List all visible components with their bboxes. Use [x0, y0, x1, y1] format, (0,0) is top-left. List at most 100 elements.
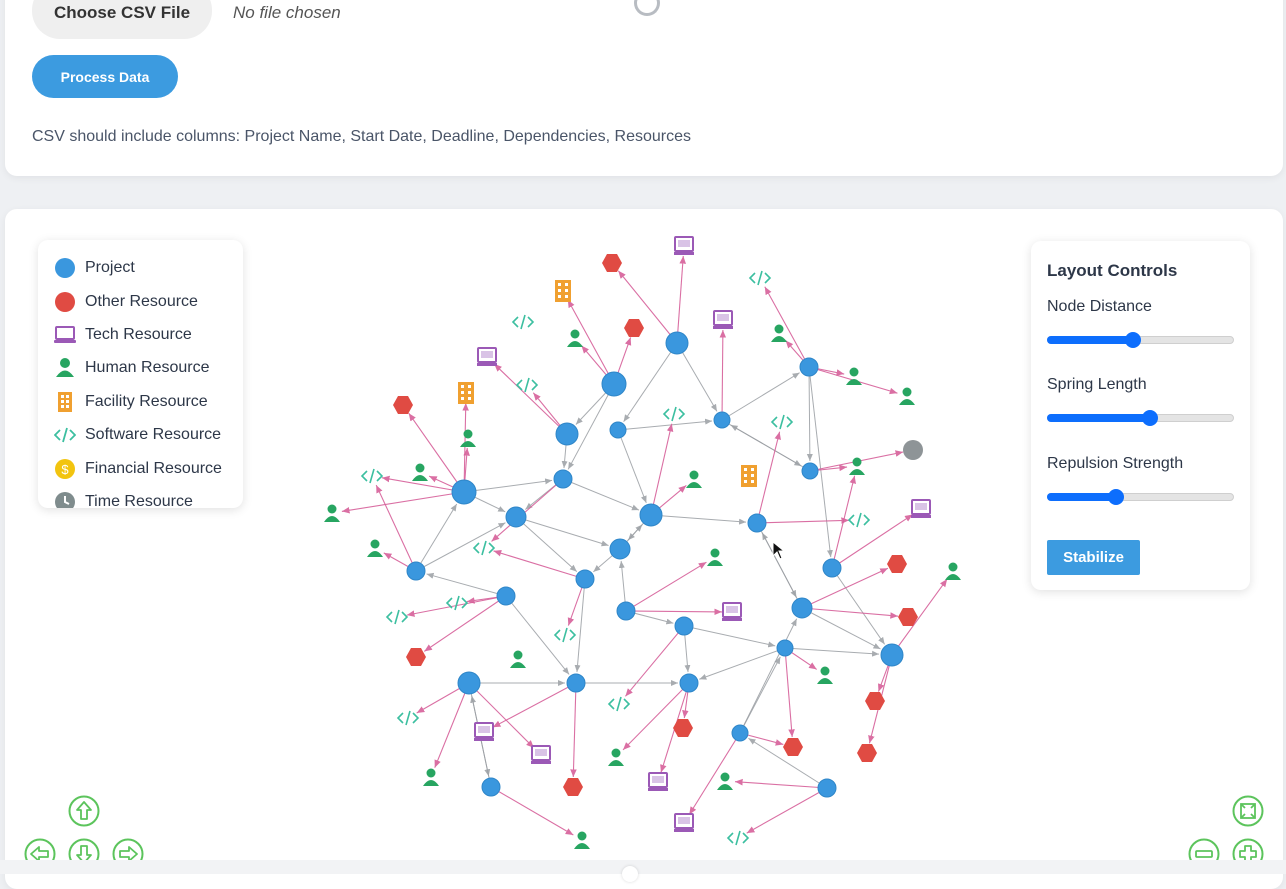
human-resource-node[interactable]: [412, 463, 428, 482]
other-resource-node[interactable]: [393, 396, 413, 414]
software-resource-node[interactable]: [360, 468, 384, 484]
human-resource-node[interactable]: [771, 324, 787, 343]
project-node[interactable]: [791, 597, 813, 619]
other-resource-node[interactable]: [887, 555, 907, 573]
project-node[interactable]: [776, 639, 794, 657]
project-node[interactable]: [496, 586, 516, 606]
other-resource-node[interactable]: [783, 738, 803, 756]
tech-resource-node[interactable]: [713, 310, 733, 329]
human-resource-node[interactable]: [574, 831, 590, 850]
graph-edge: [650, 423, 674, 516]
software-resource-node[interactable]: [847, 512, 871, 528]
tech-resource-node[interactable]: [474, 722, 494, 741]
graph-edge: [570, 682, 577, 778]
software-resource-node[interactable]: [396, 710, 420, 726]
project-node[interactable]: [601, 371, 627, 397]
software-resource-node[interactable]: [385, 609, 409, 625]
tech-resource-node[interactable]: [531, 745, 551, 764]
project-node[interactable]: [575, 569, 595, 589]
stabilize-button[interactable]: Stabilize: [1047, 540, 1140, 575]
software-resource-node[interactable]: [553, 627, 577, 643]
software-resource-node[interactable]: [472, 540, 496, 556]
project-node[interactable]: [566, 673, 586, 693]
project-node[interactable]: [880, 643, 904, 667]
legend-item-financial-resource: $ Financial Resource: [54, 457, 222, 481]
up-arrow-icon[interactable]: [68, 795, 100, 827]
facility-resource-node[interactable]: [458, 382, 474, 404]
project-node[interactable]: [665, 331, 689, 355]
project-node[interactable]: [822, 558, 842, 578]
project-node[interactable]: [801, 462, 819, 480]
human-resource-node[interactable]: [945, 562, 961, 581]
software-resource-node[interactable]: [515, 377, 539, 393]
tech-resource-node[interactable]: [674, 236, 694, 255]
mouse-pointer-icon: [772, 541, 786, 560]
graph-edge: [808, 366, 833, 558]
software-resource-node[interactable]: [748, 270, 772, 286]
facility-resource-node[interactable]: [741, 465, 757, 487]
other-resource-node[interactable]: [673, 719, 693, 737]
project-node[interactable]: [555, 422, 579, 446]
graph-edge: [806, 366, 813, 462]
software-resource-node[interactable]: [607, 696, 631, 712]
tech-resource-node[interactable]: [648, 772, 668, 791]
other-resource-node[interactable]: [624, 319, 644, 337]
project-node[interactable]: [731, 724, 749, 742]
fit-view-icon[interactable]: [1232, 795, 1264, 827]
tech-resource-node[interactable]: [477, 347, 497, 366]
repulsion-strength-slider[interactable]: [1047, 487, 1234, 507]
human-resource-node[interactable]: [608, 748, 624, 767]
project-node[interactable]: [609, 538, 631, 560]
project-node[interactable]: [679, 673, 699, 693]
human-resource-node[interactable]: [846, 367, 862, 386]
project-node[interactable]: [406, 561, 426, 581]
human-resource-node[interactable]: [686, 470, 702, 489]
human-resource-node[interactable]: [324, 504, 340, 523]
software-resource-node[interactable]: [662, 406, 686, 422]
time-resource-node[interactable]: [903, 440, 923, 460]
other-resource-node[interactable]: [563, 778, 583, 796]
tech-resource-node[interactable]: [911, 499, 931, 518]
project-node[interactable]: [481, 777, 501, 797]
node-distance-slider[interactable]: [1047, 330, 1234, 350]
other-resource-node[interactable]: [406, 648, 426, 666]
tech-resource-node[interactable]: [722, 602, 742, 621]
software-resource-node[interactable]: [726, 830, 750, 846]
human-resource-node[interactable]: [423, 768, 439, 787]
other-resource-node[interactable]: [602, 254, 622, 272]
spring-length-slider[interactable]: [1047, 408, 1234, 428]
graph-edge: [341, 491, 465, 514]
project-node[interactable]: [457, 671, 481, 695]
human-resource-node[interactable]: [717, 772, 733, 791]
slider-thumb[interactable]: [1125, 332, 1142, 348]
other-resource-node[interactable]: [857, 744, 877, 762]
software-resource-node[interactable]: [770, 414, 794, 430]
project-node[interactable]: [674, 616, 694, 636]
slider-thumb[interactable]: [1141, 410, 1158, 426]
human-resource-node[interactable]: [817, 666, 833, 685]
human-resource-node[interactable]: [367, 539, 383, 558]
software-resource-node[interactable]: [445, 595, 469, 611]
human-resource-node[interactable]: [567, 329, 583, 348]
facility-resource-node[interactable]: [555, 280, 571, 302]
slider-thumb[interactable]: [1108, 489, 1125, 505]
project-node[interactable]: [713, 411, 731, 429]
tech-resource-node[interactable]: [674, 813, 694, 832]
legend-item-facility-resource: Facility Resource: [54, 390, 208, 414]
project-node[interactable]: [639, 503, 663, 527]
project-node[interactable]: [553, 469, 573, 489]
human-resource-node[interactable]: [460, 429, 476, 448]
graph-edge: [415, 503, 458, 572]
project-node[interactable]: [747, 513, 767, 533]
project-node[interactable]: [609, 421, 627, 439]
project-node[interactable]: [799, 357, 819, 377]
project-node[interactable]: [505, 506, 527, 528]
project-node[interactable]: [451, 479, 477, 505]
slider-fill: [1047, 336, 1134, 344]
project-node[interactable]: [817, 778, 837, 798]
human-resource-node[interactable]: [899, 387, 915, 406]
software-resource-node[interactable]: [511, 314, 535, 330]
human-resource-node[interactable]: [510, 650, 526, 669]
project-node[interactable]: [616, 601, 636, 621]
human-resource-node[interactable]: [707, 548, 723, 567]
